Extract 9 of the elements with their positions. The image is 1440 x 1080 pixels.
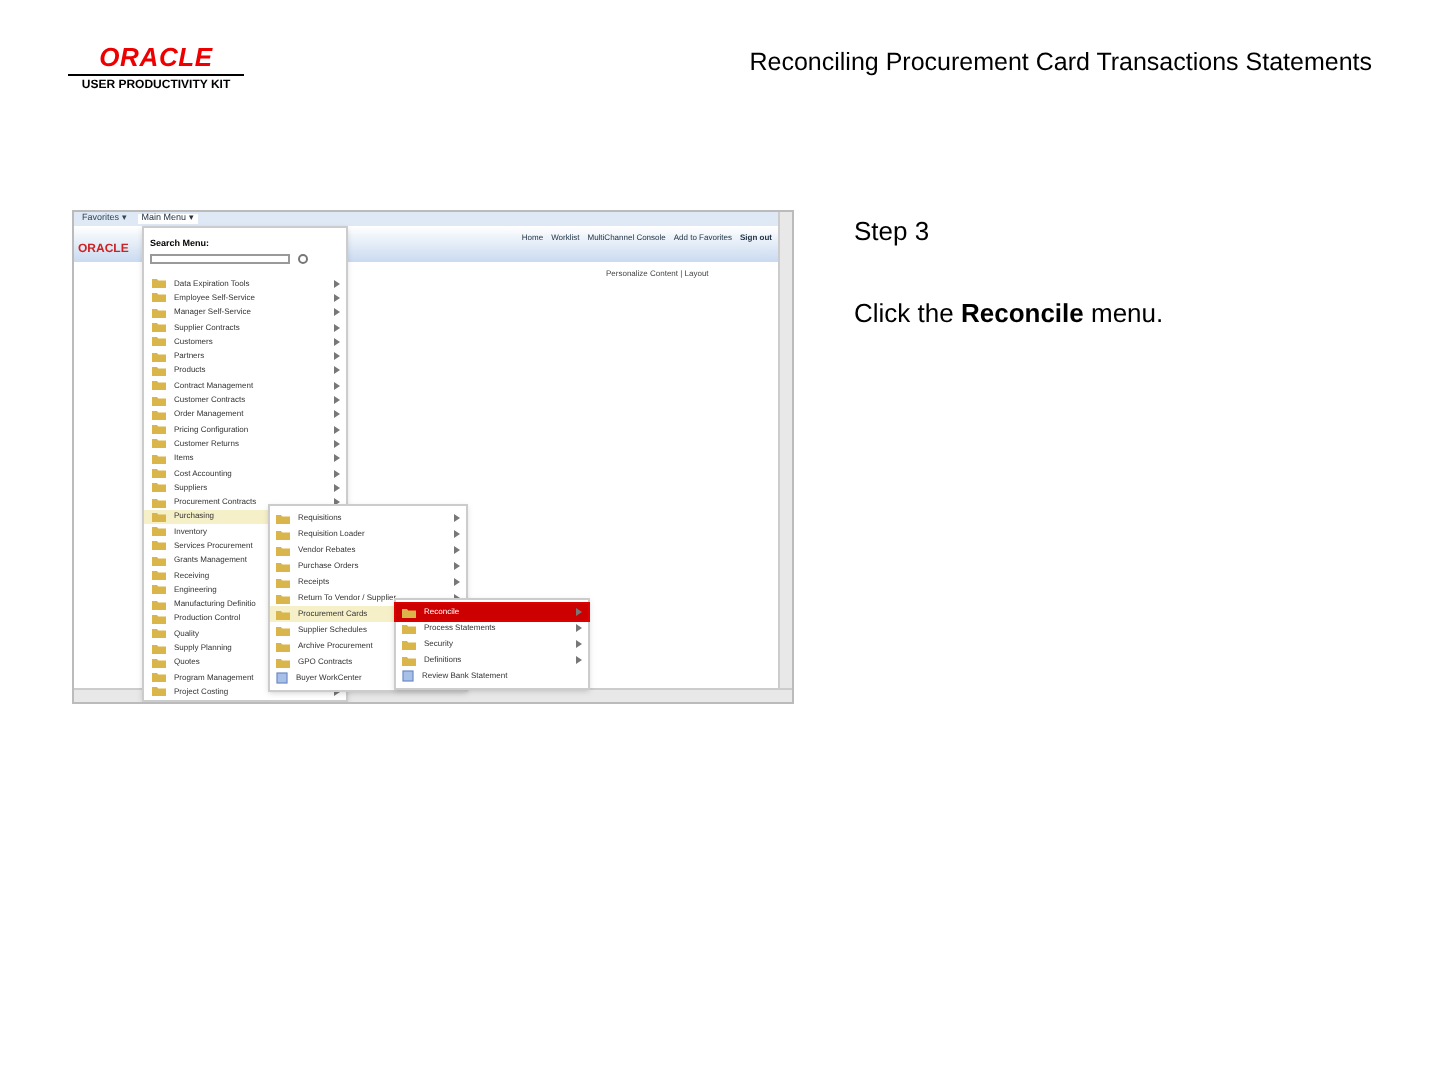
search-icon[interactable] (298, 254, 308, 264)
page-title: Reconciling Procurement Card Transactions Statements (749, 46, 1372, 80)
vertical-scrollbar[interactable] (778, 212, 792, 692)
document-icon (402, 670, 414, 682)
instruction-text: Click the Reconcile menu. (854, 296, 1164, 332)
document-icon (276, 672, 288, 684)
search-field[interactable] (150, 254, 290, 264)
step-label: Step 3 (854, 214, 930, 250)
oracle-logo: ORACLE (99, 44, 213, 70)
